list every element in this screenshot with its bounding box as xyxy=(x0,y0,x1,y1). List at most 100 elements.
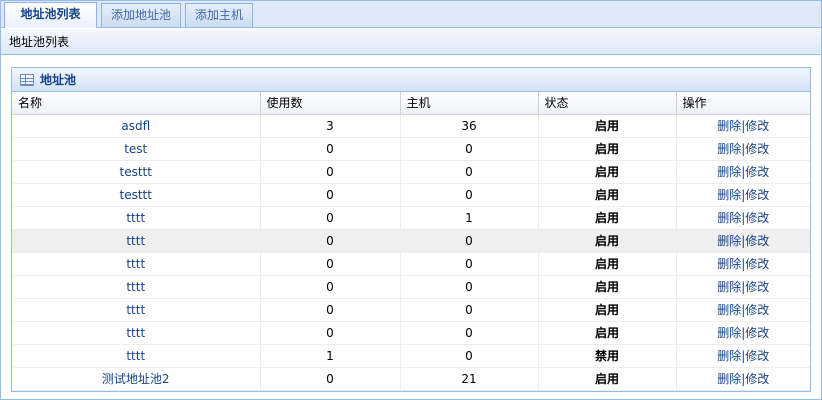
pool-name-link[interactable]: testtt xyxy=(120,165,152,179)
tab-add-pool[interactable]: 添加地址池 xyxy=(101,3,181,27)
column-header-used[interactable]: 使用数 xyxy=(260,92,401,115)
pool-name-cell: tttt xyxy=(12,275,261,299)
column-header-name[interactable]: 名称 xyxy=(12,92,261,115)
host-count-cell: 21 xyxy=(400,367,539,391)
used-count-cell: 1 xyxy=(260,344,401,368)
delete-link[interactable]: 删除 xyxy=(717,349,741,363)
status-cell: 启用 xyxy=(538,229,677,253)
table-row: tttt 1 0 禁用 删除|修改 xyxy=(12,344,810,368)
status-cell: 启用 xyxy=(538,114,677,138)
status-cell: 启用 xyxy=(538,183,677,207)
pool-table: 名称 使用数 主机 状态 操作 asdfl 3 36 启用 删除|修改 test 0 0 启用删… xyxy=(12,92,810,391)
host-count-cell: 0 xyxy=(400,321,539,345)
grid-icon xyxy=(20,73,34,86)
edit-link[interactable]: 修改 xyxy=(745,119,769,133)
edit-link[interactable]: 修改 xyxy=(745,372,769,386)
host-count-cell: 0 xyxy=(400,183,539,207)
panel-header: 地址池 xyxy=(12,68,810,92)
delete-link[interactable]: 删除 xyxy=(717,257,741,271)
table-row: tttt 0 1 启用 删除|修改 xyxy=(12,206,810,230)
table-row: tttt 0 0 启用 删除|修改 xyxy=(12,321,810,345)
actions-cell: 删除|修改 xyxy=(676,344,810,368)
pool-name-cell: tttt xyxy=(12,321,261,345)
status-cell: 启用 xyxy=(538,275,677,299)
delete-link[interactable]: 删除 xyxy=(717,142,741,156)
pool-name-link[interactable]: tttt xyxy=(126,257,145,271)
edit-link[interactable]: 修改 xyxy=(745,349,769,363)
delete-link[interactable]: 删除 xyxy=(717,303,741,317)
pool-name-link[interactable]: tttt xyxy=(126,234,145,248)
edit-link[interactable]: 修改 xyxy=(745,188,769,202)
pool-name-link[interactable]: tttt xyxy=(126,326,145,340)
actions-cell: 删除|修改 xyxy=(676,137,810,161)
pool-name-link[interactable]: tttt xyxy=(126,349,145,363)
delete-link[interactable]: 删除 xyxy=(717,211,741,225)
delete-link[interactable]: 删除 xyxy=(717,326,741,340)
table-row: tttt 0 0 启用 删除|修改 xyxy=(12,229,810,253)
pool-name-cell: tttt xyxy=(12,344,261,368)
page-title: 地址池列表 xyxy=(1,29,821,55)
delete-link[interactable]: 删除 xyxy=(717,119,741,133)
host-count-cell: 0 xyxy=(400,275,539,299)
status-cell: 启用 xyxy=(538,206,677,230)
edit-link[interactable]: 修改 xyxy=(745,142,769,156)
tab-pool-list[interactable]: 地址池列表 xyxy=(4,2,97,28)
actions-cell: 删除|修改 xyxy=(676,252,810,276)
edit-link[interactable]: 修改 xyxy=(745,303,769,317)
pool-name-link[interactable]: testtt xyxy=(120,188,152,202)
actions-cell: 删除|修改 xyxy=(676,367,810,391)
pool-name-link[interactable]: tttt xyxy=(126,280,145,294)
used-count-cell: 3 xyxy=(260,114,401,138)
used-count-cell: 0 xyxy=(260,137,401,161)
pool-name-cell: tttt xyxy=(12,206,261,230)
pool-name-link[interactable]: tttt xyxy=(126,211,145,225)
actions-cell: 删除|修改 xyxy=(676,321,810,345)
actions-cell: 删除|修改 xyxy=(676,206,810,230)
pool-name-link[interactable]: 测试地址池2 xyxy=(102,372,170,386)
table-row: test 0 0 启用 删除|修改 xyxy=(12,137,810,161)
actions-cell: 删除|修改 xyxy=(676,183,810,207)
used-count-cell: 0 xyxy=(260,321,401,345)
table-row: testtt 0 0 启用 删除|修改 xyxy=(12,160,810,184)
pool-name-cell: asdfl xyxy=(12,114,261,138)
table-row: testtt 0 0 启用 删除|修改 xyxy=(12,183,810,207)
status-cell: 启用 xyxy=(538,252,677,276)
pool-panel: 地址池 名称 使用数 主机 状态 操作 asdfl 3 36 启用 删除|修改 test 0… xyxy=(11,67,811,392)
column-header-actions[interactable]: 操作 xyxy=(676,92,810,115)
host-count-cell: 36 xyxy=(400,114,539,138)
tab-bar: 地址池列表 添加地址池 添加主机 xyxy=(1,1,821,28)
pool-name-link[interactable]: tttt xyxy=(126,303,145,317)
host-count-cell: 1 xyxy=(400,206,539,230)
column-header-hosts[interactable]: 主机 xyxy=(400,92,539,115)
tab-add-host[interactable]: 添加主机 xyxy=(185,3,253,27)
used-count-cell: 0 xyxy=(260,229,401,253)
status-cell: 启用 xyxy=(538,160,677,184)
edit-link[interactable]: 修改 xyxy=(745,326,769,340)
edit-link[interactable]: 修改 xyxy=(745,234,769,248)
edit-link[interactable]: 修改 xyxy=(745,280,769,294)
pool-name-link[interactable]: test xyxy=(124,142,147,156)
table-row: tttt 0 0 启用 删除|修改 xyxy=(12,252,810,276)
table-row: tttt 0 0 启用 删除|修改 xyxy=(12,275,810,299)
edit-link[interactable]: 修改 xyxy=(745,257,769,271)
delete-link[interactable]: 删除 xyxy=(717,188,741,202)
used-count-cell: 0 xyxy=(260,183,401,207)
actions-cell: 删除|修改 xyxy=(676,298,810,322)
used-count-cell: 0 xyxy=(260,206,401,230)
delete-link[interactable]: 删除 xyxy=(717,280,741,294)
used-count-cell: 0 xyxy=(260,252,401,276)
edit-link[interactable]: 修改 xyxy=(745,165,769,179)
used-count-cell: 0 xyxy=(260,367,401,391)
status-cell: 启用 xyxy=(538,321,677,345)
status-cell: 禁用 xyxy=(538,344,677,368)
column-header-status[interactable]: 状态 xyxy=(538,92,677,115)
host-count-cell: 0 xyxy=(400,160,539,184)
delete-link[interactable]: 删除 xyxy=(717,234,741,248)
pool-name-cell: tttt xyxy=(12,252,261,276)
edit-link[interactable]: 修改 xyxy=(745,211,769,225)
pool-name-link[interactable]: asdfl xyxy=(121,119,150,133)
host-count-cell: 0 xyxy=(400,137,539,161)
status-cell: 启用 xyxy=(538,137,677,161)
delete-link[interactable]: 删除 xyxy=(717,165,741,179)
delete-link[interactable]: 删除 xyxy=(717,372,741,386)
